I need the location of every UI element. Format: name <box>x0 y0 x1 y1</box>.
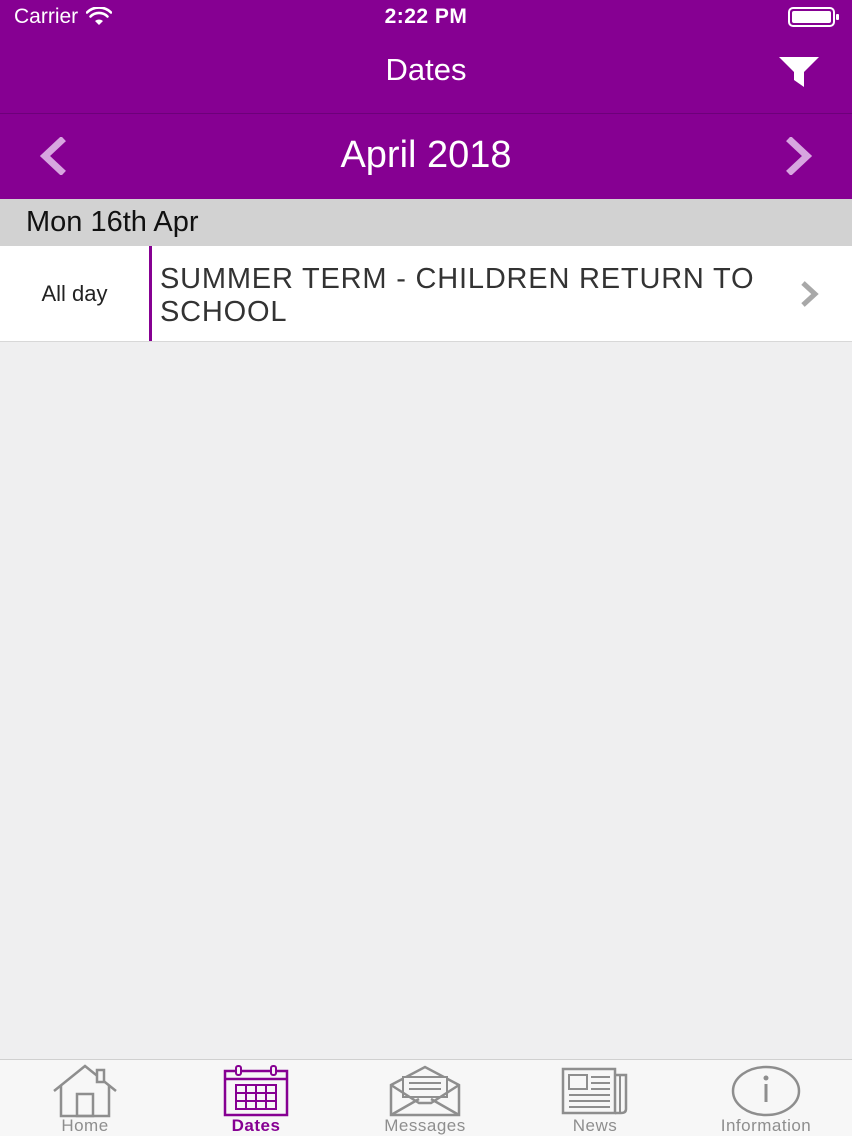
current-month: April 2018 <box>340 134 512 176</box>
tab-information-label: Information <box>720 1116 812 1135</box>
status-time: 2:22 PM <box>384 5 468 28</box>
month-navigation: April 2018 <box>0 114 852 199</box>
tab-messages-label: Messages <box>384 1116 466 1135</box>
navigation-bar: Dates <box>0 34 852 114</box>
page-title: Dates <box>385 52 467 87</box>
tab-information[interactable]: Information <box>681 1060 851 1136</box>
next-month-button[interactable] <box>776 132 824 180</box>
event-accent-bar <box>149 246 152 341</box>
event-time: All day <box>41 281 108 306</box>
event-title: SUMMER TERM - CHILDREN RETURN TO SCHOOL <box>160 263 755 328</box>
tab-bar: Home Dates Messages News Information <box>0 1059 852 1136</box>
envelope-icon <box>389 1065 461 1117</box>
filter-icon <box>779 57 819 87</box>
calendar-icon <box>223 1065 289 1117</box>
tab-dates-label: Dates <box>231 1116 281 1135</box>
event-row[interactable]: All day SUMMER TERM - CHILDREN RETURN TO… <box>0 246 852 342</box>
battery-icon <box>788 7 839 27</box>
chevron-right-icon <box>786 137 813 175</box>
tab-dates[interactable]: Dates <box>171 1060 341 1136</box>
tab-messages[interactable]: Messages <box>340 1060 510 1136</box>
tab-news[interactable]: News <box>510 1060 680 1136</box>
tab-home[interactable]: Home <box>0 1060 170 1136</box>
filter-button[interactable] <box>776 52 822 92</box>
newspaper-icon <box>561 1067 628 1115</box>
status-bar: Carrier 2:22 PM <box>0 0 852 34</box>
date-section-header: Mon 16th Apr <box>0 199 852 246</box>
disclosure-chevron-icon <box>801 281 819 307</box>
tab-news-label: News <box>572 1116 618 1135</box>
home-icon <box>53 1064 117 1118</box>
tab-home-label: Home <box>61 1116 109 1135</box>
info-icon <box>731 1065 801 1117</box>
